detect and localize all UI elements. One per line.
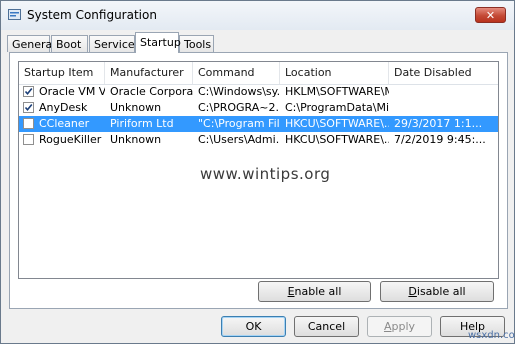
table-row[interactable]: RogueKiller ... Unknown C:\Users\Admi...… <box>19 132 498 148</box>
cell-startup-item: CCleaner <box>39 117 90 130</box>
cell-command: C:\Users\Admi... <box>198 133 280 146</box>
cell-location: HKCU\SOFTWARE\... <box>285 117 389 130</box>
cancel-button[interactable]: Cancel <box>294 316 359 337</box>
column-header-manufacturer[interactable]: Manufacturer <box>105 62 193 84</box>
enable-all-button[interactable]: Enable all <box>258 281 371 302</box>
cell-location: HKLM\SOFTWARE\M... <box>285 85 389 98</box>
column-header-date-disabled[interactable]: Date Disabled <box>389 62 498 84</box>
tab-startup[interactable]: Startup <box>135 32 181 53</box>
cell-manufacturer: Oracle Corpora... <box>110 85 193 98</box>
cell-manufacturer: Unknown <box>110 101 162 114</box>
cell-manufacturer: Unknown <box>110 133 162 146</box>
close-button[interactable]: ✕ <box>475 7 506 23</box>
cell-command: "C:\Program Fil... <box>198 117 280 130</box>
cell-location: C:\ProgramData\Mic... <box>285 101 389 114</box>
column-header-location[interactable]: Location <box>280 62 389 84</box>
cell-manufacturer: Piriform Ltd <box>110 117 174 130</box>
column-header-command[interactable]: Command <box>193 62 280 84</box>
table-row-selected[interactable]: CCleaner Piriform Ltd "C:\Program Fil...… <box>19 116 498 132</box>
cell-startup-item: RogueKiller ... <box>39 133 105 146</box>
window-title: System Configuration <box>27 8 157 22</box>
table-row[interactable]: Oracle VM Vi... Oracle Corpora... C:\Win… <box>19 84 498 100</box>
cell-date-disabled <box>389 84 498 100</box>
site-watermark: www.wintips.org <box>200 165 331 183</box>
cell-date-disabled: 29/3/2017 1:1... <box>394 117 483 130</box>
apply-button[interactable]: Apply <box>367 316 432 337</box>
tab-general[interactable]: General <box>7 35 55 52</box>
tab-tools[interactable]: Tools <box>179 35 214 52</box>
system-configuration-window: System Configuration ✕ General Boot Serv… <box>0 0 515 344</box>
tab-services[interactable]: Services <box>89 35 140 52</box>
cell-location: HKCU\SOFTWARE\... <box>285 133 389 146</box>
table-row[interactable]: AnyDesk Unknown C:\PROGRA~2... C:\Progra… <box>19 100 498 116</box>
msconfig-app-icon <box>8 8 21 21</box>
column-header-startup-item[interactable]: Startup Item <box>19 62 105 84</box>
cell-startup-item: Oracle VM Vi... <box>39 85 105 98</box>
tab-boot[interactable]: Boot <box>51 35 88 52</box>
startup-items-list[interactable]: Startup Item Manufacturer Command Locati… <box>18 61 499 279</box>
cell-date-disabled <box>389 100 498 116</box>
corner-watermark: wsxdn.com <box>468 330 515 341</box>
disable-all-button[interactable]: Disable all <box>380 281 494 302</box>
cell-startup-item: AnyDesk <box>39 101 88 114</box>
close-icon: ✕ <box>485 9 496 22</box>
cell-date-disabled: 7/2/2019 9:45:... <box>394 133 486 146</box>
list-header: Startup Item Manufacturer Command Locati… <box>19 62 498 85</box>
cell-command: C:\PROGRA~2... <box>198 101 280 114</box>
cell-command: C:\Windows\sy... <box>198 85 280 98</box>
ok-button[interactable]: OK <box>221 316 286 337</box>
title-bar: System Configuration ✕ <box>1 1 514 30</box>
